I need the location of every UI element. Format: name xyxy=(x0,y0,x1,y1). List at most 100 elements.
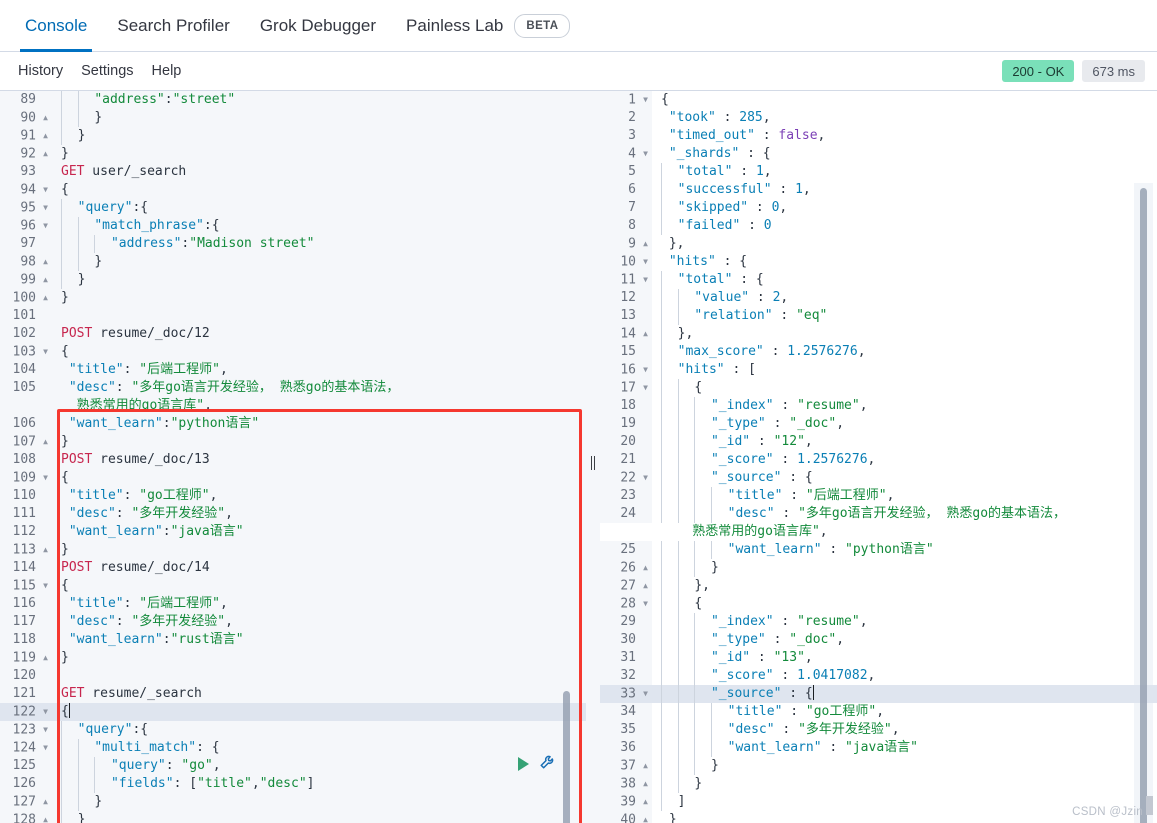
fold-close-icon[interactable]: ▲ xyxy=(38,127,48,145)
request-line[interactable]: 104 "title": "后端工程师", xyxy=(0,361,586,379)
request-editor-code[interactable]: 89 "address":"street" 90 ▲ } 91 ▲ } 92 ▲} 93 GET… xyxy=(0,91,586,823)
request-line[interactable]: 123 ▼ "query":{ xyxy=(0,721,586,740)
response-line[interactable]: 32 "_score" : 1.0417082, xyxy=(600,667,1157,685)
response-line[interactable]: 20 "_id" : "12", xyxy=(600,433,1157,451)
request-line[interactable]: 105 "desc": "多年go语言开发经验， 熟悉go的基本语法， 熟悉常用… xyxy=(0,379,586,415)
fold-close-icon[interactable]: ▲ xyxy=(38,649,48,667)
fold-close-icon[interactable]: ▲ xyxy=(638,577,648,595)
fold-close-icon[interactable]: ▲ xyxy=(638,775,648,793)
request-line[interactable]: 125 "query": "go", xyxy=(0,757,586,775)
fold-close-icon[interactable]: ▲ xyxy=(38,289,48,307)
response-line[interactable]: 17 ▼ { xyxy=(600,379,1157,398)
fold-close-icon[interactable]: ▲ xyxy=(638,811,648,823)
fold-close-icon[interactable]: ▲ xyxy=(38,109,48,127)
request-line[interactable]: 112 "want_learn":"java语言" xyxy=(0,523,586,541)
fold-open-icon[interactable]: ▼ xyxy=(638,361,648,379)
fold-open-icon[interactable]: ▼ xyxy=(38,199,48,217)
fold-open-icon[interactable]: ▼ xyxy=(638,469,648,487)
fold-open-icon[interactable]: ▼ xyxy=(38,739,48,757)
response-line[interactable]: 34 "title" : "go工程师", xyxy=(600,703,1157,721)
pane-splitter-handle[interactable] xyxy=(586,91,600,823)
response-line[interactable]: 6 "successful" : 1, xyxy=(600,181,1157,199)
response-line[interactable]: 25 "want_learn" : "python语言" xyxy=(600,541,1157,559)
request-line[interactable]: 101 xyxy=(0,307,586,325)
request-line[interactable]: 118 "want_learn":"rust语言" xyxy=(0,631,586,649)
response-line[interactable]: 3 "timed_out" : false, xyxy=(600,127,1157,145)
request-line[interactable]: 128 ▲ } xyxy=(0,811,586,823)
fold-open-icon[interactable]: ▼ xyxy=(38,721,48,739)
fold-open-icon[interactable]: ▼ xyxy=(38,217,48,235)
request-line[interactable]: 107 ▲} xyxy=(0,433,586,452)
response-line[interactable]: 31 "_id" : "13", xyxy=(600,649,1157,667)
toolbar-item-history[interactable]: History xyxy=(9,63,72,79)
response-line[interactable]: 26 ▲ } xyxy=(600,559,1157,578)
request-line[interactable]: 89 "address":"street" xyxy=(0,91,586,109)
request-line[interactable]: 111 "desc": "多年开发经验", xyxy=(0,505,586,523)
fold-open-icon[interactable]: ▼ xyxy=(638,253,648,271)
fold-open-icon[interactable]: ▼ xyxy=(38,469,48,487)
response-line[interactable]: 13 "relation" : "eq" xyxy=(600,307,1157,325)
fold-close-icon[interactable]: ▲ xyxy=(38,541,48,559)
request-line[interactable]: 108 POST resume/_doc/13 xyxy=(0,451,586,469)
request-line[interactable]: 122 ▼ { xyxy=(0,703,586,722)
fold-open-icon[interactable]: ▼ xyxy=(38,343,48,361)
request-line[interactable]: 90 ▲ } xyxy=(0,109,586,128)
response-line[interactable]: 22 ▼ "_source" : { xyxy=(600,469,1157,488)
request-line[interactable]: 92 ▲} xyxy=(0,145,586,164)
response-line[interactable]: 15 "max_score" : 1.2576276, xyxy=(600,343,1157,361)
response-line[interactable]: 18 "_index" : "resume", xyxy=(600,397,1157,415)
request-line[interactable]: 97 "address":"Madison street" xyxy=(0,235,586,253)
request-line[interactable]: 95 ▼ "query":{ xyxy=(0,199,586,218)
request-line[interactable]: 103 ▼ { xyxy=(0,343,586,362)
play-icon[interactable] xyxy=(518,756,529,771)
fold-close-icon[interactable]: ▲ xyxy=(38,793,48,811)
response-line[interactable]: 23 "title" : "后端工程师", xyxy=(600,487,1157,505)
request-editor-pane[interactable]: 89 "address":"street" 90 ▲ } 91 ▲ } 92 ▲} 93 GET… xyxy=(0,91,586,823)
wrench-icon[interactable] xyxy=(539,752,557,775)
request-line[interactable]: 117 "desc": "多年开发经验", xyxy=(0,613,586,631)
response-line[interactable]: 35 "desc" : "多年开发经验", xyxy=(600,721,1157,739)
request-line[interactable]: 119 ▲} xyxy=(0,649,586,668)
response-line[interactable]: 16 ▼ "hits" : [ xyxy=(600,361,1157,380)
tab-painless-lab[interactable]: Painless Lab xyxy=(391,0,518,52)
response-line[interactable]: 11 ▼ "total" : { xyxy=(600,271,1157,290)
response-line[interactable]: 38 ▲ } xyxy=(600,775,1157,794)
request-line[interactable]: 126 "fields": ["title","desc"] xyxy=(0,775,586,793)
fold-close-icon[interactable]: ▲ xyxy=(638,235,648,253)
tab-grok-debugger[interactable]: Grok Debugger xyxy=(245,0,391,52)
request-line[interactable]: 94 ▼ { xyxy=(0,181,586,200)
response-line[interactable]: 5 "total" : 1, xyxy=(600,163,1157,181)
response-line[interactable]: 21 "_score" : 1.2576276, xyxy=(600,451,1157,469)
fold-close-icon[interactable]: ▲ xyxy=(38,145,48,163)
request-line[interactable]: 100 ▲} xyxy=(0,289,586,308)
tab-console[interactable]: Console xyxy=(10,0,102,52)
request-line[interactable]: 120 xyxy=(0,667,586,685)
response-viewer-pane[interactable]: 1 ▼{2 "took" : 285, 3 "timed_out" : false,… xyxy=(600,91,1157,823)
fold-open-icon[interactable]: ▼ xyxy=(38,577,48,595)
tab-search-profiler[interactable]: Search Profiler xyxy=(102,0,244,52)
request-line[interactable]: 113 ▲} xyxy=(0,541,586,560)
request-line[interactable]: 109 ▼ { xyxy=(0,469,586,488)
request-line[interactable]: 121 GET resume/_search xyxy=(0,685,586,703)
response-line[interactable]: 29 "_index" : "resume", xyxy=(600,613,1157,631)
response-line[interactable]: 24 "desc" : "多年go语言开发经验， 熟悉go的基本语法， 熟悉常用… xyxy=(600,505,1157,541)
fold-open-icon[interactable]: ▼ xyxy=(638,271,648,289)
fold-open-icon[interactable]: ▼ xyxy=(638,91,648,109)
request-line[interactable]: 98 ▲ } xyxy=(0,253,586,272)
fold-close-icon[interactable]: ▲ xyxy=(638,559,648,577)
fold-close-icon[interactable]: ▲ xyxy=(638,793,648,811)
response-line[interactable]: 27 ▲ }, xyxy=(600,577,1157,596)
fold-open-icon[interactable]: ▼ xyxy=(38,703,48,721)
response-line[interactable]: 2 "took" : 285, xyxy=(600,109,1157,127)
fold-close-icon[interactable]: ▲ xyxy=(38,433,48,451)
request-line[interactable]: 91 ▲ } xyxy=(0,127,586,146)
fold-open-icon[interactable]: ▼ xyxy=(638,145,648,163)
response-line[interactable]: 33 ▼ "_source" : { xyxy=(600,685,1157,704)
response-line[interactable]: 8 "failed" : 0 xyxy=(600,217,1157,235)
fold-close-icon[interactable]: ▲ xyxy=(38,811,48,823)
fold-open-icon[interactable]: ▼ xyxy=(638,379,648,397)
request-line[interactable]: 99 ▲ } xyxy=(0,271,586,290)
response-line[interactable]: 30 "_type" : "_doc", xyxy=(600,631,1157,649)
response-line[interactable]: 28 ▼ { xyxy=(600,595,1157,614)
response-line[interactable]: 4 ▼ "_shards" : { xyxy=(600,145,1157,164)
